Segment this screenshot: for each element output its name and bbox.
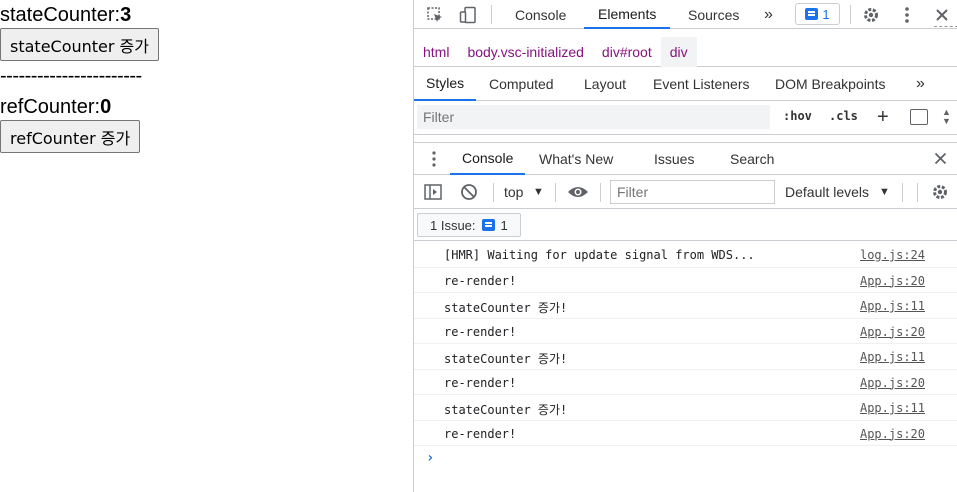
- issues-badge-count: 1: [822, 6, 830, 22]
- eye-icon[interactable]: [567, 184, 589, 205]
- log-message: re-render!: [444, 324, 517, 339]
- state-counter-text: stateCounter:3: [0, 3, 131, 27]
- drawer-tab-issues[interactable]: Issues: [654, 143, 694, 175]
- close-icon[interactable]: [931, 4, 953, 26]
- tab-styles[interactable]: Styles: [414, 67, 477, 101]
- ref-counter-value: 0: [100, 96, 112, 118]
- ref-counter-label: refCounter:: [0, 96, 101, 118]
- divider-text: -----------------------: [0, 65, 142, 87]
- more-styles-tabs-icon[interactable]: »: [916, 67, 925, 101]
- console-toolbar: top ▼ Default levels ▼: [414, 175, 957, 209]
- clear-console-icon[interactable]: [460, 183, 478, 206]
- log-message: stateCounter 증가!: [444, 352, 568, 366]
- kebab-menu-icon[interactable]: [896, 4, 918, 26]
- tab-console[interactable]: Console: [501, 0, 580, 29]
- toolbar-separator: [850, 5, 851, 24]
- tab-layout[interactable]: Layout: [584, 67, 626, 101]
- list-item: stateCounter 증가! App.js:11: [414, 293, 957, 319]
- list-item: re-render! App.js:20: [414, 319, 957, 344]
- issues-button[interactable]: 1 Issue: 1: [417, 213, 521, 237]
- toolbar-separator: [491, 5, 492, 24]
- log-source-link[interactable]: App.js:11: [860, 401, 925, 415]
- issues-label: 1 Issue:: [430, 217, 476, 233]
- context-selector[interactable]: top: [504, 184, 523, 200]
- devtools-panel: Console Elements Sources » 1 html body.v…: [413, 0, 957, 492]
- log-level-select[interactable]: Default levels: [785, 184, 869, 200]
- drawer-tab-search[interactable]: Search: [730, 143, 774, 175]
- scroll-arrows-icon[interactable]: ▲ ▼: [942, 108, 951, 126]
- breadcrumb-div[interactable]: div: [660, 36, 697, 67]
- issues-count: 1: [500, 217, 508, 233]
- state-counter-value: 3: [120, 4, 132, 26]
- log-source-link[interactable]: App.js:20: [860, 376, 925, 390]
- more-tabs-icon[interactable]: »: [750, 0, 787, 29]
- inspect-element-icon[interactable]: [424, 4, 446, 26]
- tab-elements[interactable]: Elements: [584, 0, 671, 29]
- list-item: stateCounter 증가! App.js:11: [414, 344, 957, 370]
- list-item: re-render! App.js:20: [414, 370, 957, 395]
- breadcrumb-root[interactable]: div#root: [593, 37, 661, 67]
- drawer-tab-console[interactable]: Console: [450, 143, 526, 175]
- drawer-toolbar: Console What's New Issues Search: [414, 142, 957, 175]
- tab-dom-breakpoints[interactable]: DOM Breakpoints: [775, 67, 885, 101]
- log-message: [HMR] Waiting for update signal from WDS…: [444, 248, 755, 262]
- console-messages: [HMR] Waiting for update signal from WDS…: [414, 242, 957, 446]
- drawer-tab-whats-new[interactable]: What's New: [539, 143, 613, 175]
- log-source-link[interactable]: App.js:11: [860, 299, 925, 313]
- log-source-link[interactable]: log.js:24: [860, 248, 925, 262]
- sidebar-toggle-icon[interactable]: [910, 109, 928, 125]
- tab-sources[interactable]: Sources: [674, 0, 753, 29]
- chevron-down-icon[interactable]: ▼: [533, 186, 544, 198]
- message-icon: [481, 219, 495, 231]
- scroll-indicator: [934, 26, 957, 29]
- message-icon: [805, 8, 819, 20]
- log-source-link[interactable]: App.js:20: [860, 427, 925, 441]
- device-toggle-icon[interactable]: [457, 4, 479, 26]
- log-message: re-render!: [444, 426, 517, 441]
- ref-counter-increment-button[interactable]: refCounter 증가: [0, 120, 141, 153]
- state-counter-label: stateCounter:: [0, 4, 121, 26]
- console-filter-input[interactable]: [610, 180, 775, 204]
- issues-badge[interactable]: 1: [795, 3, 840, 25]
- log-source-link[interactable]: App.js:20: [860, 325, 925, 339]
- toolbar-separator: [493, 183, 494, 202]
- list-item: re-render! App.js:20: [414, 421, 957, 446]
- issues-row: 1 Issue: 1: [414, 209, 957, 241]
- list-item: stateCounter 증가! App.js:11: [414, 395, 957, 421]
- breadcrumb-html[interactable]: html: [414, 37, 458, 67]
- console-prompt[interactable]: ›: [426, 450, 434, 466]
- log-message: re-render!: [444, 273, 517, 288]
- breadcrumb-body[interactable]: body.vsc-initialized: [458, 37, 592, 67]
- log-source-link[interactable]: App.js:20: [860, 274, 925, 288]
- state-counter-increment-button[interactable]: stateCounter 증가: [0, 28, 159, 61]
- list-item: re-render! App.js:20: [414, 268, 957, 293]
- log-message: stateCounter 증가!: [444, 301, 568, 315]
- toolbar-separator: [600, 183, 601, 202]
- ref-counter-text: refCounter:0: [0, 95, 111, 119]
- toolbar-separator: [555, 183, 556, 202]
- log-source-link[interactable]: App.js:11: [860, 350, 925, 364]
- app-viewport: stateCounter:3 stateCounter 증가 ---------…: [0, 0, 413, 492]
- toolbar-separator: [902, 183, 903, 202]
- styles-filter-input[interactable]: [417, 105, 770, 129]
- gear-icon[interactable]: [860, 4, 882, 26]
- sidebar-toggle-icon[interactable]: [424, 183, 442, 206]
- chevron-down-icon[interactable]: ▼: [879, 186, 890, 198]
- styles-pane-tabs: Styles Computed Layout Event Listeners D…: [414, 67, 957, 101]
- class-toggle[interactable]: .cls: [829, 109, 858, 123]
- toolbar-separator: [917, 183, 918, 202]
- gear-icon[interactable]: [931, 183, 949, 206]
- hover-state-toggle[interactable]: :hov: [783, 109, 812, 123]
- devtools-main-toolbar: Console Elements Sources » 1: [414, 0, 957, 29]
- drawer-menu-icon[interactable]: [432, 151, 436, 172]
- breadcrumb: html body.vsc-initialized div#root div: [414, 36, 957, 67]
- log-message: re-render!: [444, 375, 517, 390]
- add-style-rule-icon[interactable]: +: [877, 106, 889, 129]
- tab-computed[interactable]: Computed: [489, 67, 554, 101]
- styles-filter-row: :hov .cls + ▲▼: [414, 101, 957, 135]
- tab-event-listeners[interactable]: Event Listeners: [653, 67, 750, 101]
- drawer-close-icon[interactable]: [934, 152, 947, 170]
- list-item: [HMR] Waiting for update signal from WDS…: [414, 242, 957, 268]
- log-message: stateCounter 증가!: [444, 403, 568, 417]
